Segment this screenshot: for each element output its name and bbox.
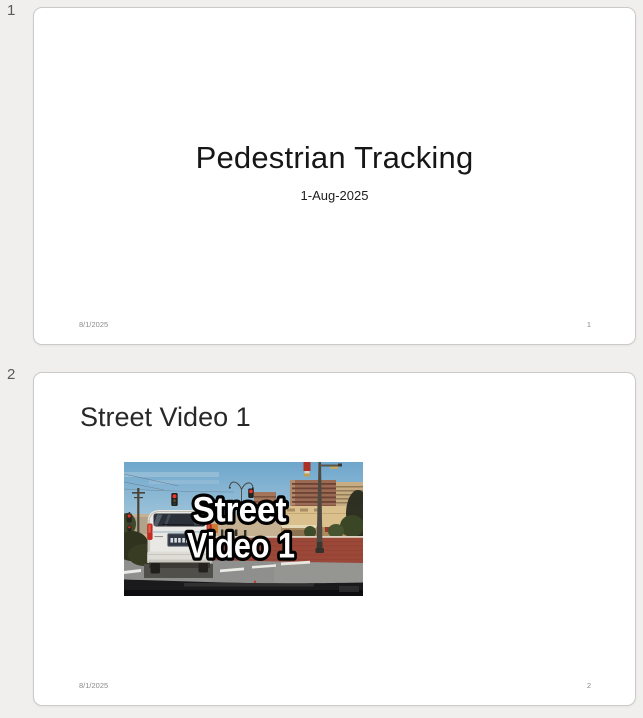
overlay-line-1: Street	[193, 491, 287, 530]
slide-thumbnail-2[interactable]: Street Video 1 Street Video 1 8/1/2025 2	[33, 372, 636, 706]
slide1-title: Pedestrian Tracking	[195, 140, 474, 175]
slide1-footer-date: 8/1/2025	[79, 320, 109, 329]
overlay-line-2: Video 1	[187, 527, 295, 566]
slide2-footer-date: 8/1/2025	[79, 681, 109, 690]
slide2-title: Street Video 1	[80, 402, 251, 432]
video-overlay-text: Street Video 1	[184, 487, 298, 568]
slide1-subtitle: 1-Aug-2025	[300, 188, 369, 203]
street-scene-image: Street Video 1	[124, 462, 363, 596]
slide-preview-pane: 1 Pedestrian Tracking 1-Aug-2025 8/1/202…	[0, 0, 643, 718]
slide-index-label-2: 2	[7, 366, 16, 383]
slide-index-label-1: 1	[7, 2, 16, 19]
slide-thumbnail-1[interactable]: Pedestrian Tracking 1-Aug-2025 8/1/2025 …	[33, 7, 636, 345]
street-video-thumbnail[interactable]: Street Video 1	[124, 462, 363, 596]
slide1-page-number: 1	[586, 320, 591, 329]
slide2-page-number: 2	[586, 681, 591, 690]
